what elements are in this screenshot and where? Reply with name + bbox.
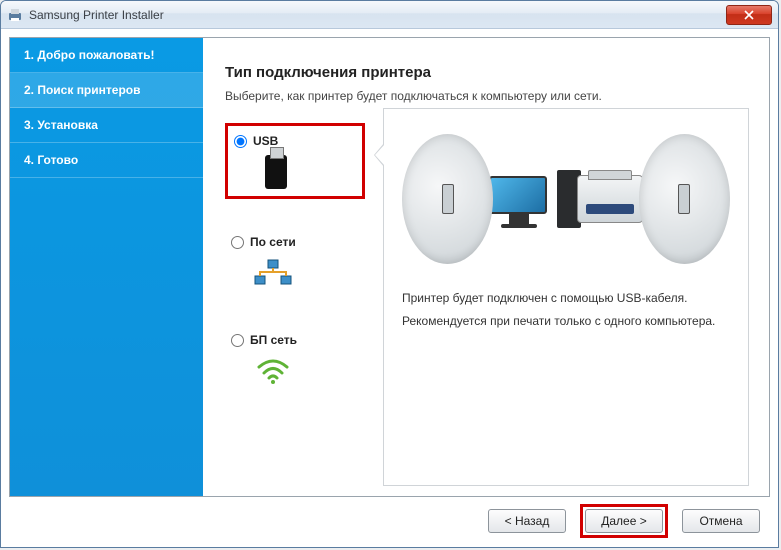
app-icon xyxy=(7,7,23,23)
sidebar: 1. Добро пожаловать! 2. Поиск принтеров … xyxy=(10,38,203,496)
network-icon xyxy=(251,255,295,291)
footer-buttons: < Назад Далее > Отмена xyxy=(9,503,770,539)
sidebar-step-done: 4. Готово xyxy=(10,143,203,178)
page-heading: Тип подключения принтера xyxy=(225,64,741,81)
usb-port-printer-icon xyxy=(639,134,730,264)
back-button[interactable]: < Назад xyxy=(488,509,566,533)
window-title: Samsung Printer Installer xyxy=(29,8,164,22)
next-button[interactable]: Далее > xyxy=(585,509,663,533)
option-wireless[interactable]: БП сеть xyxy=(225,325,365,395)
connection-options: USB По сети xyxy=(225,123,365,423)
detail-description: Принтер будет подключен с помощью USB-ка… xyxy=(402,287,730,333)
option-network-label: По сети xyxy=(250,235,296,249)
close-button[interactable] xyxy=(726,5,772,25)
connection-illustration xyxy=(402,129,730,269)
detail-panel: Принтер будет подключен с помощью USB-ка… xyxy=(383,108,749,486)
detail-line-1: Принтер будет подключен с помощью USB-ка… xyxy=(402,287,730,310)
close-icon xyxy=(744,10,754,20)
printer-icon xyxy=(577,175,642,223)
cancel-button[interactable]: Отмена xyxy=(682,509,760,533)
option-wireless-label: БП сеть xyxy=(250,333,297,347)
main-panel: Тип подключения принтера Выберите, как п… xyxy=(203,38,769,496)
monitor-icon xyxy=(489,176,549,228)
option-network[interactable]: По сети xyxy=(225,227,365,297)
usb-icon xyxy=(254,154,298,190)
option-usb[interactable]: USB xyxy=(225,123,365,199)
window-frame: Samsung Printer Installer 1. Добро пожал… xyxy=(0,0,779,548)
titlebar: Samsung Printer Installer xyxy=(1,1,778,29)
wifi-icon xyxy=(251,353,295,389)
detail-line-2: Рекомендуется при печати только с одного… xyxy=(402,310,730,333)
usb-port-computer-icon xyxy=(402,134,493,264)
sidebar-step-install: 3. Установка xyxy=(10,108,203,143)
sidebar-step-search: 2. Поиск принтеров xyxy=(10,73,203,108)
radio-wireless[interactable] xyxy=(231,334,244,347)
page-subtitle: Выберите, как принтер будет подключаться… xyxy=(225,89,741,103)
radio-network[interactable] xyxy=(231,236,244,249)
radio-usb[interactable] xyxy=(234,135,247,148)
option-usb-label: USB xyxy=(253,134,278,148)
content-frame: 1. Добро пожаловать! 2. Поиск принтеров … xyxy=(9,37,770,497)
sidebar-step-welcome: 1. Добро пожаловать! xyxy=(10,38,203,73)
